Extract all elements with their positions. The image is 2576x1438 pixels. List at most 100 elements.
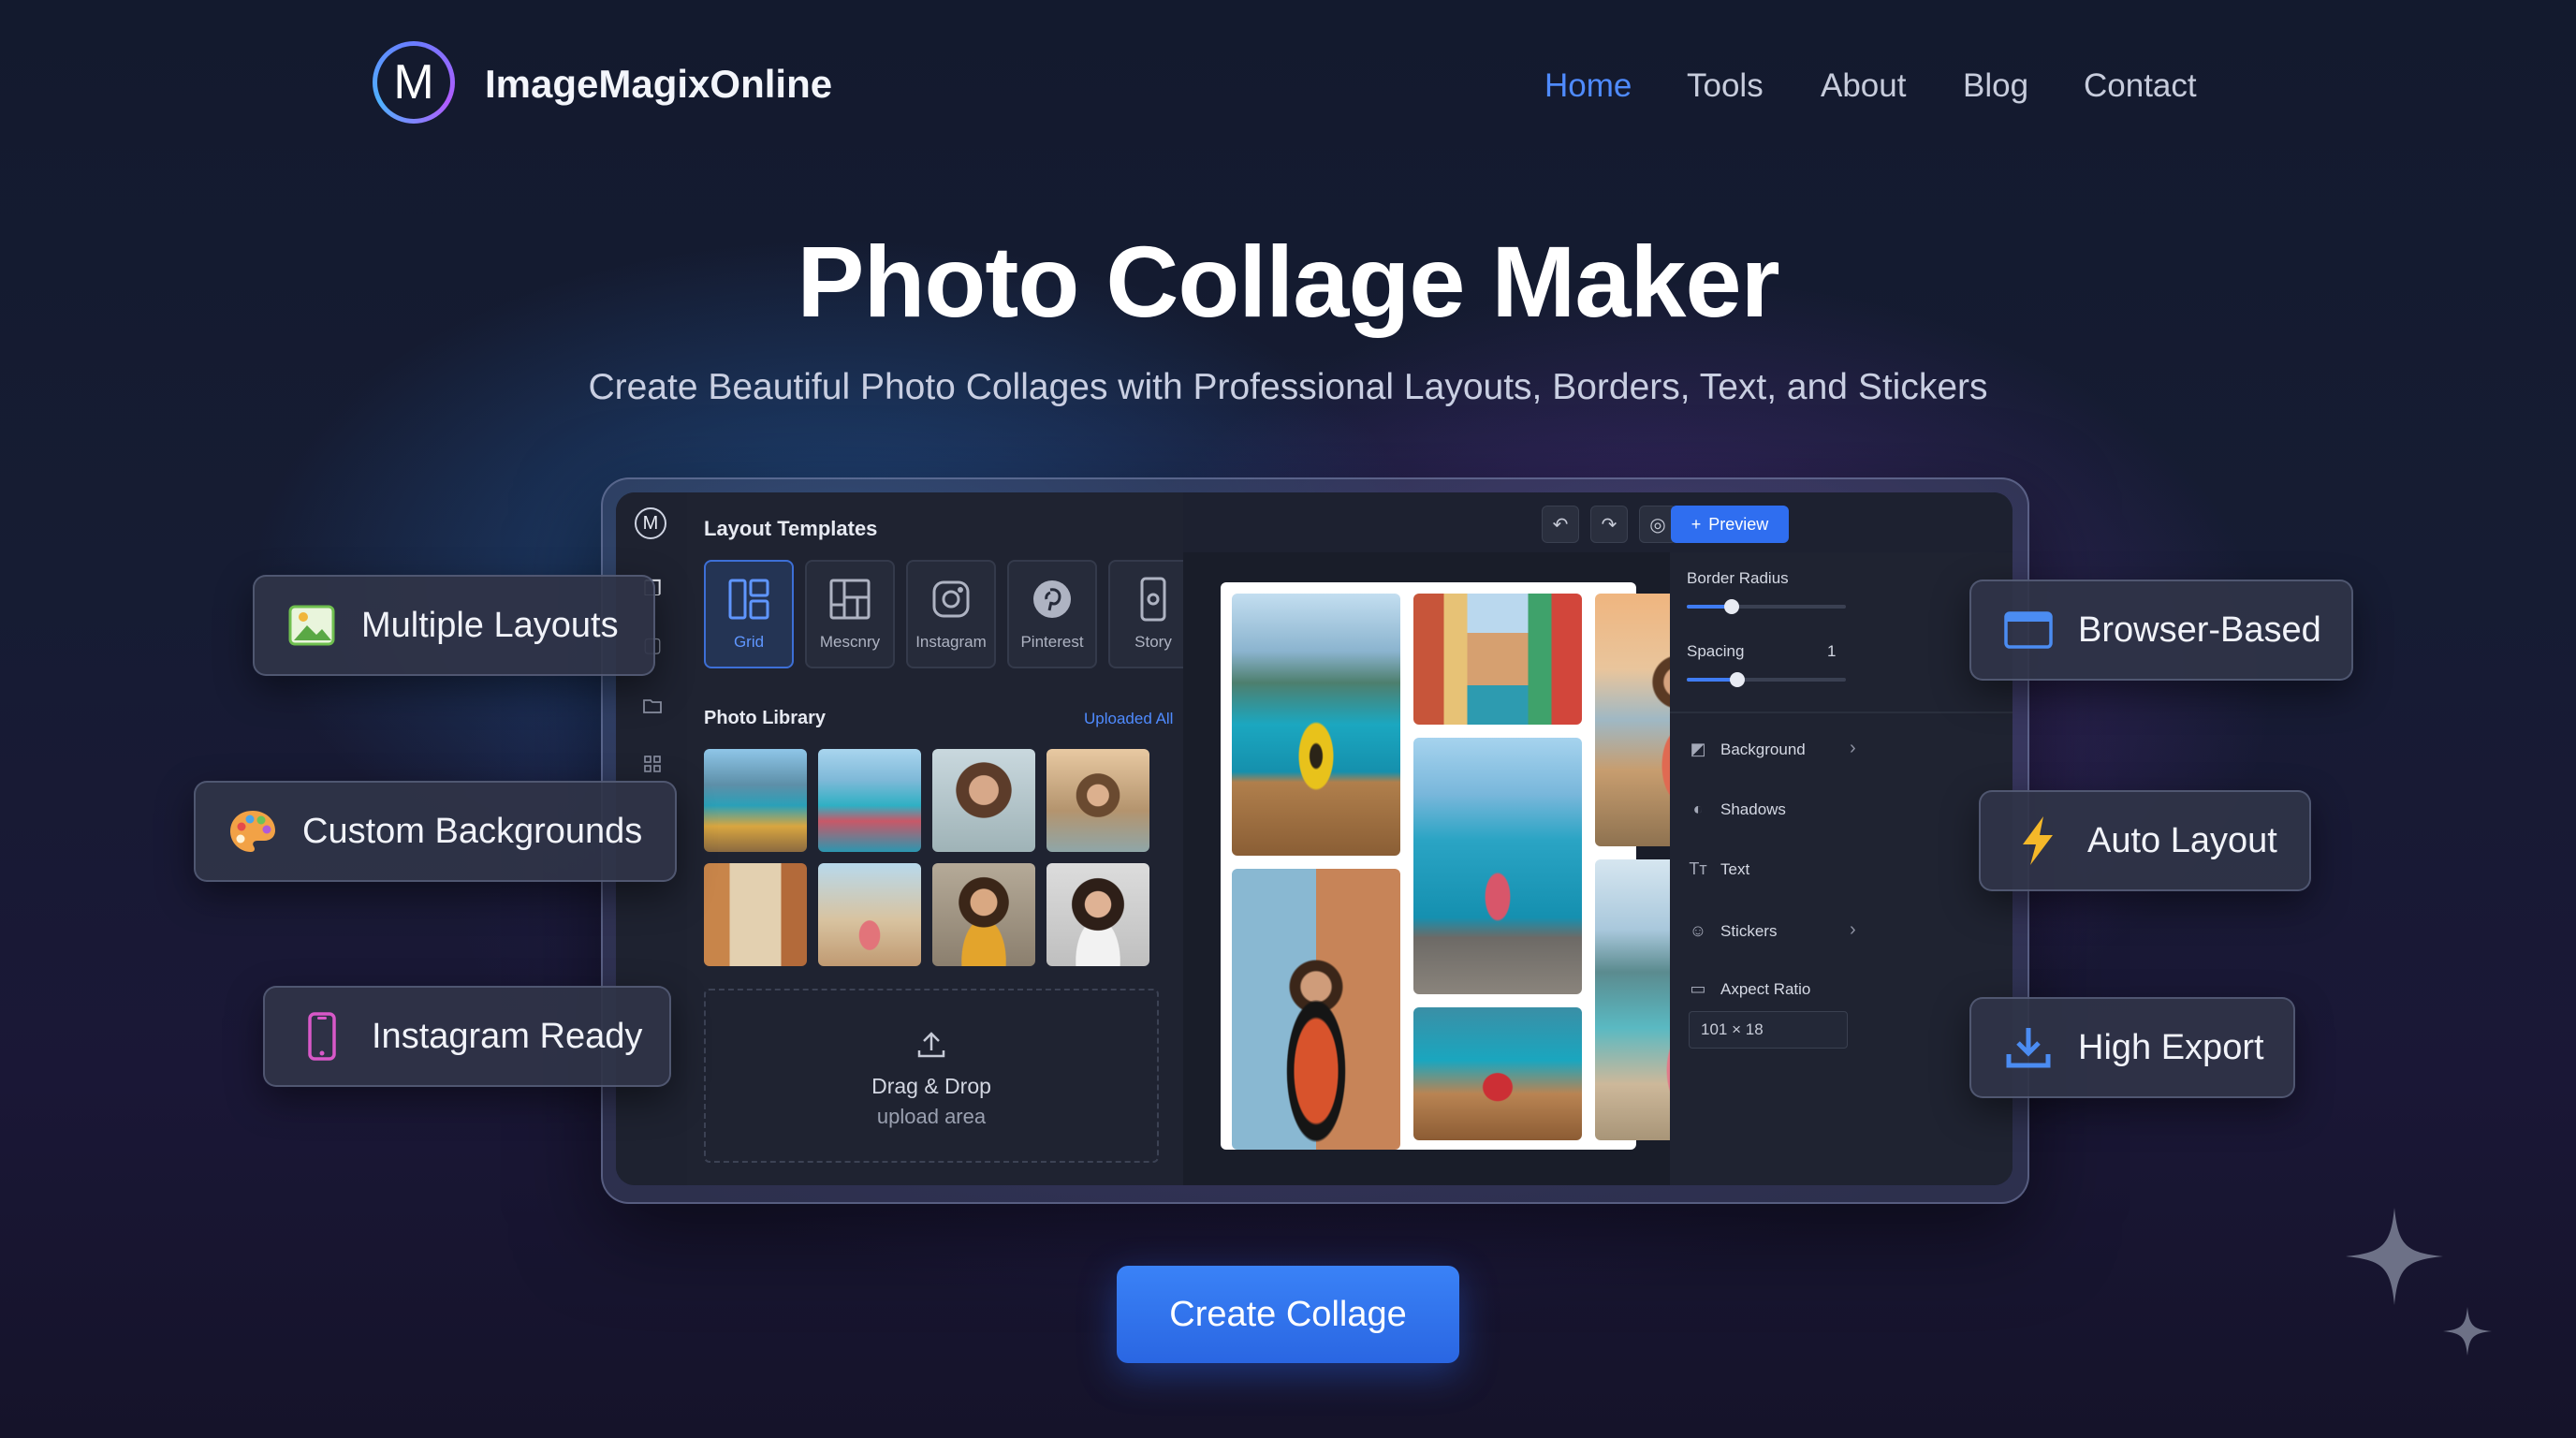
upload-icon <box>917 1032 945 1058</box>
feature-label: High Export <box>2078 1027 2264 1067</box>
library-photo-3[interactable] <box>932 749 1035 852</box>
feature-instagram-ready: Instagram Ready <box>263 986 671 1087</box>
template-story-label: Story <box>1134 633 1172 651</box>
spacing-value: 1 <box>1827 642 1837 660</box>
border-radius-label: Border Radius <box>1687 569 1789 587</box>
app-logo[interactable]: M <box>635 507 666 539</box>
upload-subtitle: upload area <box>876 1105 987 1128</box>
library-photo-5[interactable] <box>704 863 807 966</box>
chevron-right-icon[interactable]: › <box>1850 738 1856 759</box>
feature-multiple-layouts: Multiple Layouts <box>253 575 655 676</box>
brand-name[interactable]: ImageMagixOnline <box>485 62 832 107</box>
aspect-ratio-label: Axpect Ratio <box>1720 979 1811 998</box>
create-collage-button[interactable]: Create Collage <box>1117 1266 1459 1363</box>
brand-logo[interactable]: M <box>373 41 455 124</box>
page-subtitle: Create Beautiful Photo Collages with Pro… <box>588 367 1988 407</box>
library-photo-2[interactable] <box>818 749 921 852</box>
shadows-option[interactable]: ◐ Shadows <box>1689 800 1786 819</box>
shadows-icon: ◐ <box>1692 800 1704 818</box>
nav-contact[interactable]: Contact <box>2084 67 2197 105</box>
feature-custom-backgrounds: Custom Backgrounds <box>194 781 677 882</box>
folder-tool-icon[interactable] <box>638 697 666 725</box>
properties-panel: Border Radius Spacing 1 ◩ Background › ◐… <box>1670 552 2012 1185</box>
text-option-label: Text <box>1720 859 1750 878</box>
feature-high-export: High Export <box>1969 997 2295 1098</box>
template-masonry-label: Mescnry <box>819 633 881 651</box>
browser-icon <box>2003 605 2054 655</box>
template-instagram[interactable]: Instagram <box>906 560 996 668</box>
redo-icon[interactable]: ↷ <box>1590 506 1628 543</box>
grid-icon <box>728 579 769 620</box>
nav-tools[interactable]: Tools <box>1687 67 1764 105</box>
feature-label: Custom Backgrounds <box>302 811 643 851</box>
logo-letter: M <box>377 46 450 119</box>
stickers-option[interactable]: ☺ Stickers <box>1689 921 1876 941</box>
text-option[interactable]: Tт Text <box>1689 859 1749 879</box>
library-photo-6[interactable] <box>818 863 921 966</box>
nav-blog[interactable]: Blog <box>1963 67 2028 105</box>
feature-label: Auto Layout <box>2087 820 2277 860</box>
app-window: M ❐ ▢ Layout Templates Grid Mescnry Inst… <box>616 492 2012 1185</box>
stickers-icon: ☺ <box>1689 921 1707 940</box>
story-icon <box>1140 577 1166 622</box>
shadows-option-label: Shadows <box>1720 800 1786 818</box>
editor-toolbar: ↶ ↷ ◎ + Preview <box>1183 492 2012 554</box>
photo-library-heading: Photo Library <box>704 708 827 728</box>
background-option-label: Background <box>1720 740 1806 758</box>
library-photo-1[interactable] <box>704 749 807 852</box>
library-photo-7[interactable] <box>932 863 1035 966</box>
background-option[interactable]: ◩ Background <box>1689 740 1876 759</box>
feature-auto-layout: Auto Layout <box>1979 790 2311 891</box>
preview-button[interactable]: + Preview <box>1671 506 1789 543</box>
text-icon: Tт <box>1689 859 1707 878</box>
feature-label: Multiple Layouts <box>361 605 619 645</box>
feature-browser-based: Browser-Based <box>1969 580 2353 681</box>
collage-photo-4[interactable] <box>1413 738 1582 994</box>
template-grid[interactable]: Grid <box>704 560 794 668</box>
page-title: Photo Collage Maker <box>797 225 1779 338</box>
collage-photo-2[interactable] <box>1413 594 1582 725</box>
spacing-slider[interactable] <box>1687 678 1846 682</box>
apps-tool-icon[interactable] <box>638 755 666 783</box>
collage-photo-1[interactable] <box>1232 594 1400 856</box>
uploaded-all-link[interactable]: Uploaded All <box>1084 710 1173 728</box>
spacing-slider-handle[interactable] <box>1730 672 1745 687</box>
nav-home[interactable]: Home <box>1544 67 1632 105</box>
template-pinterest-label: Pinterest <box>1020 633 1084 651</box>
template-pinterest[interactable]: Pinterest <box>1007 560 1097 668</box>
feature-label: Instagram Ready <box>372 1016 643 1056</box>
undo-icon[interactable]: ↶ <box>1542 506 1579 543</box>
border-radius-slider-handle[interactable] <box>1724 599 1739 614</box>
library-photo-4[interactable] <box>1046 749 1149 852</box>
masonry-icon <box>829 579 871 620</box>
preview-label: Preview <box>1708 514 1769 534</box>
upload-title: Drag & Drop <box>871 1074 991 1098</box>
collage-photo-5[interactable] <box>1232 869 1400 1150</box>
library-photo-8[interactable] <box>1046 863 1149 966</box>
phone-icon <box>297 1011 347 1062</box>
sparkle-large-icon <box>2346 1208 2443 1305</box>
nav-about[interactable]: About <box>1821 67 1906 105</box>
collage-canvas[interactable] <box>1221 582 1764 1150</box>
spacing-label: Spacing <box>1687 642 1745 660</box>
lightning-icon <box>2012 815 2063 866</box>
background-icon: ◩ <box>1690 740 1706 758</box>
collage-photo-7[interactable] <box>1413 1007 1582 1140</box>
sparkle-small-icon <box>2443 1307 2492 1356</box>
chevron-right-icon[interactable]: › <box>1850 919 1856 941</box>
image-icon <box>286 600 337 651</box>
template-instagram-label: Instagram <box>915 633 987 651</box>
template-masonry[interactable]: Mescnry <box>805 560 895 668</box>
upload-drop-area[interactable]: Drag & Drop upload area <box>704 989 1159 1163</box>
aspect-ratio-icon: ▭ <box>1690 979 1706 998</box>
template-grid-label: Grid <box>733 633 765 651</box>
stickers-option-label: Stickers <box>1720 921 1778 940</box>
instagram-icon <box>932 580 970 618</box>
pinterest-icon <box>1033 580 1071 618</box>
divider <box>1670 712 2012 713</box>
border-radius-slider[interactable] <box>1687 605 1846 609</box>
layout-templates-heading: Layout Templates <box>704 517 878 540</box>
aspect-ratio-option[interactable]: ▭ Axpect Ratio <box>1689 979 1810 999</box>
aspect-ratio-input[interactable]: 101 × 18 <box>1689 1011 1848 1049</box>
palette-icon <box>227 806 278 857</box>
